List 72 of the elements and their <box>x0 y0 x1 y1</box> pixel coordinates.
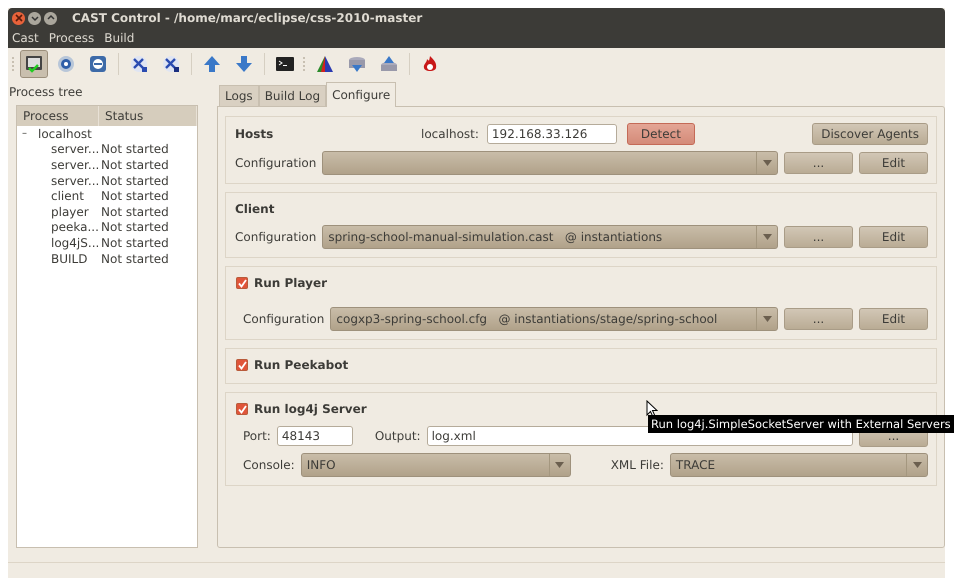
process-name[interactable]: client <box>51 189 101 204</box>
field-label: Configuration <box>243 312 324 326</box>
checkbox[interactable] <box>236 403 248 415</box>
xml-level-dropdown[interactable]: TRACE <box>670 453 928 477</box>
process-name[interactable]: peeka... <box>51 220 101 234</box>
process-status: Not started <box>101 158 169 172</box>
stop-icon <box>88 54 108 74</box>
edit-button[interactable]: Edit <box>859 152 928 174</box>
checkbox[interactable] <box>236 359 248 371</box>
close-icon[interactable] <box>12 12 25 24</box>
triangle-icon <box>315 54 335 74</box>
process-name[interactable]: server... <box>51 174 101 188</box>
checkbox-label: Run log4j Server <box>254 402 367 416</box>
process-status: Not started <box>101 189 169 204</box>
process-status: Not started <box>101 174 169 188</box>
process-status: Not started <box>101 252 169 266</box>
terminal-icon <box>275 54 295 74</box>
field-label: Configuration <box>235 156 316 170</box>
minimize-icon[interactable] <box>28 12 41 24</box>
configuration-dropdown[interactable]: spring-school-manual-simulation.cast @ instantiations <box>322 225 778 249</box>
process-name[interactable]: BUILD <box>51 252 101 266</box>
column-header[interactable]: Process <box>17 106 99 126</box>
expander-icon[interactable]: – <box>22 128 33 140</box>
port-field[interactable]: 48143 <box>276 426 353 446</box>
field-label: Port: <box>243 429 271 443</box>
arrow-down-icon <box>234 54 254 74</box>
browse-button[interactable]: ... <box>784 152 853 174</box>
window-title: CAST Control - /home/marc/eclipse/css-2010-master <box>72 11 422 25</box>
toolbar-button[interactable] <box>20 50 48 78</box>
mouse-pointer-icon <box>646 400 658 418</box>
tree-node[interactable]: localhost <box>38 126 92 141</box>
column-header[interactable]: Status <box>99 106 197 126</box>
section-title: Hosts <box>235 127 274 141</box>
checkbox-label: Run Peekabot <box>254 358 348 372</box>
process-status: Not started <box>101 220 169 234</box>
process-name[interactable]: server... <box>51 142 101 156</box>
arrow-up-icon <box>202 54 222 74</box>
discover-agents-button[interactable]: Discover Agents <box>812 123 928 145</box>
process-name[interactable]: player <box>51 204 101 219</box>
tab[interactable]: Build Log <box>258 85 326 106</box>
field-label: Console: <box>243 458 295 472</box>
console-level-dropdown[interactable]: INFO <box>300 453 571 477</box>
database-upload-icon <box>379 54 399 74</box>
database-download-icon <box>347 54 367 74</box>
configuration-dropdown[interactable]: cogxp3-spring-school.cfg @ instantiations/stage/spring-school <box>330 307 778 331</box>
process-name[interactable]: log4jS... <box>51 236 101 250</box>
monitor-icon <box>24 54 44 74</box>
section-title: Client <box>235 202 274 216</box>
checkbox-label: Run Player <box>254 276 328 290</box>
tab[interactable]: Configure <box>326 82 396 107</box>
browse-button[interactable]: ... <box>784 308 853 330</box>
process-name[interactable]: server... <box>51 158 101 172</box>
panel-title: Process tree <box>8 84 84 100</box>
edit-button[interactable]: Edit <box>859 308 928 330</box>
tooltip: Run log4j.SimpleSocketServer with External Servers <box>648 415 954 433</box>
process-status: Not started <box>101 142 169 156</box>
field-label: localhost: <box>421 127 479 141</box>
tab[interactable]: Logs <box>219 85 259 106</box>
field-label: XML File: <box>610 458 664 472</box>
detect-button[interactable]: Detect <box>626 123 695 145</box>
process-status: Not started <box>101 236 169 250</box>
menu-item[interactable]: Process <box>48 31 94 45</box>
field-label: Configuration <box>235 230 316 244</box>
process-status: Not started <box>101 204 169 219</box>
checkbox[interactable] <box>236 277 248 289</box>
maximize-icon[interactable] <box>44 12 57 24</box>
browse-button[interactable]: ... <box>784 226 853 248</box>
host-field[interactable]: 192.168.33.126 <box>486 124 617 144</box>
menu-item[interactable]: Build <box>104 31 134 45</box>
menu-item[interactable]: Cast <box>12 31 39 45</box>
edit-button[interactable]: Edit <box>859 226 928 248</box>
field-label: Output: <box>374 429 421 443</box>
